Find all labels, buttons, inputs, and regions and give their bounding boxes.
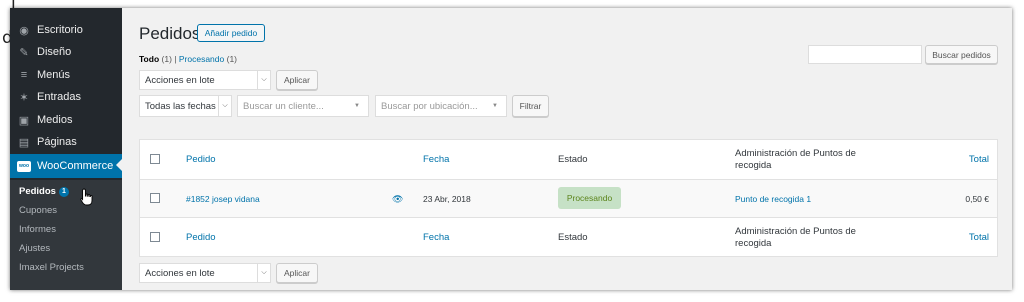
submenu-item-imaxel-projects[interactable]: Imaxel Projects xyxy=(19,262,84,273)
select-all-checkbox[interactable] xyxy=(150,154,160,164)
bulk-actions-value: Acciones en lote xyxy=(145,74,215,86)
woocommerce-submenu: Pedidos 1 Cupones Informes Ajustes Imaxel… xyxy=(10,180,122,290)
column-footer-date[interactable]: Fecha xyxy=(423,218,449,257)
column-header-pickup: Administración de Puntos de recogida xyxy=(735,147,856,171)
order-link[interactable]: #1852 josep vidana xyxy=(186,180,260,217)
chevron-down-icon: ⌵ xyxy=(257,71,270,89)
column-footer-pickup: Administración de Puntos de recogida xyxy=(735,225,856,249)
column-footer-total[interactable]: Total xyxy=(969,218,989,257)
sidebar-item-entradas[interactable]: ✶ Entradas xyxy=(10,86,122,108)
caret-down-icon: ▼ xyxy=(354,103,360,109)
column-header-date[interactable]: Fecha xyxy=(423,140,449,179)
submenu-item-ajustes[interactable]: Ajustes xyxy=(19,243,50,254)
bulk-apply-button[interactable]: Aplicar xyxy=(276,70,318,90)
column-header-total[interactable]: Total xyxy=(969,140,989,179)
column-header-order[interactable]: Pedido xyxy=(186,140,216,179)
order-count-badge: 1 xyxy=(58,187,69,197)
submenu-item-informes[interactable]: Informes xyxy=(19,224,56,235)
bulk-actions-select-bottom[interactable]: Acciones en lote ⌵ xyxy=(139,263,271,283)
sidebar-item-label: WooCommerce xyxy=(37,160,114,172)
table-row[interactable]: #1852 josep vidana 👁 23 Abr, 2018 Proces… xyxy=(140,179,997,218)
woocommerce-icon: woo xyxy=(17,159,31,173)
sidebar-item-woocommerce[interactable]: woo WooCommerce xyxy=(10,154,122,178)
order-status-views: Todo (1) | Procesando (1) xyxy=(139,54,237,64)
page-title: Pedidos xyxy=(139,24,201,43)
bulk-actions-select[interactable]: Acciones en lote ⌵ xyxy=(139,70,271,90)
media-icon: ▣ xyxy=(18,114,30,127)
table-footer-row: Pedido Fecha Estado Administración de Pu… xyxy=(140,218,997,257)
view-processing-link[interactable]: Procesando xyxy=(179,54,224,64)
sidebar-item-medios[interactable]: ▣ Medios xyxy=(10,109,122,131)
column-footer-status: Estado xyxy=(558,231,588,243)
chevron-down-icon: ⌵ xyxy=(257,264,270,282)
active-menu-arrow xyxy=(116,159,122,171)
add-order-button[interactable]: Añadir pedido xyxy=(197,24,265,42)
column-footer-order[interactable]: Pedido xyxy=(186,218,216,257)
view-all-count: (1) xyxy=(161,54,172,64)
submenu-item-cupones[interactable]: Cupones xyxy=(19,205,57,216)
menu-lines-icon: ≡ xyxy=(20,69,28,81)
view-all-link[interactable]: Todo xyxy=(139,54,159,64)
orders-table: Pedido Fecha Estado Administración de Pu… xyxy=(139,139,998,257)
chevron-down-icon: ⌵ xyxy=(218,96,231,116)
sidebar-item-label: Entradas xyxy=(37,91,82,103)
row-checkbox[interactable] xyxy=(150,193,160,203)
sidebar-item-escritorio[interactable]: ◉ Escritorio xyxy=(10,19,122,41)
sidebar-item-label: Medios xyxy=(37,114,73,126)
pickup-point-link[interactable]: Punto de recogida 1 xyxy=(735,180,811,217)
order-search-input[interactable] xyxy=(808,45,922,64)
date-filter-select[interactable]: Todas las fechas ⌵ xyxy=(139,95,232,117)
pages-icon: ▤ xyxy=(18,136,30,149)
order-date: 23 Abr, 2018 xyxy=(423,193,471,204)
admin-window: ◉ Escritorio ✎ Diseño ≡ Menús ✶ Entradas… xyxy=(10,8,1012,290)
view-processing-count: (1) xyxy=(226,54,238,64)
search-orders-button[interactable]: Buscar pedidos xyxy=(925,45,998,64)
column-header-status: Estado xyxy=(558,153,588,165)
dashboard-icon: ◉ xyxy=(19,24,29,37)
status-badge: Procesando xyxy=(558,187,621,209)
admin-sidebar: ◉ Escritorio ✎ Diseño ≡ Menús ✶ Entradas… xyxy=(10,8,122,290)
filter-button[interactable]: Filtrar xyxy=(512,95,549,117)
sidebar-item-label: Diseño xyxy=(37,46,72,58)
bulk-apply-button-bottom[interactable]: Aplicar xyxy=(276,263,318,283)
hand-cursor-icon xyxy=(80,188,93,206)
order-total: 0,50 € xyxy=(965,193,989,204)
customer-search-placeholder: Buscar un cliente... xyxy=(243,100,324,112)
table-header-row: Pedido Fecha Estado Administración de Pu… xyxy=(140,140,997,179)
eye-preview-icon[interactable]: 👁 xyxy=(392,194,403,205)
sidebar-item-paginas[interactable]: ▤ Páginas xyxy=(10,131,122,153)
sidebar-item-label: Páginas xyxy=(37,136,77,148)
date-filter-value: Todas las fechas xyxy=(145,100,216,112)
view-separator: | xyxy=(174,54,177,64)
sidebar-item-diseno[interactable]: ✎ Diseño xyxy=(10,41,122,63)
brush-icon: ✎ xyxy=(19,46,29,59)
sidebar-item-label: Menús xyxy=(37,69,71,81)
bulk-actions-value: Acciones en lote xyxy=(145,267,215,279)
location-search-placeholder: Buscar por ubicación... xyxy=(381,100,478,112)
caret-down-icon: ▼ xyxy=(492,103,498,109)
submenu-item-pedidos[interactable]: Pedidos 1 xyxy=(19,186,69,197)
pushpin-icon: ✶ xyxy=(19,91,29,104)
customer-search-select[interactable]: Buscar un cliente... ▼ xyxy=(237,95,369,117)
sidebar-item-menus[interactable]: ≡ Menús xyxy=(10,64,122,86)
location-search-select[interactable]: Buscar por ubicación... ▼ xyxy=(375,95,507,117)
select-all-checkbox-footer[interactable] xyxy=(150,232,160,242)
sidebar-item-label: Escritorio xyxy=(37,24,83,36)
submenu-item-label: Pedidos xyxy=(19,186,56,197)
